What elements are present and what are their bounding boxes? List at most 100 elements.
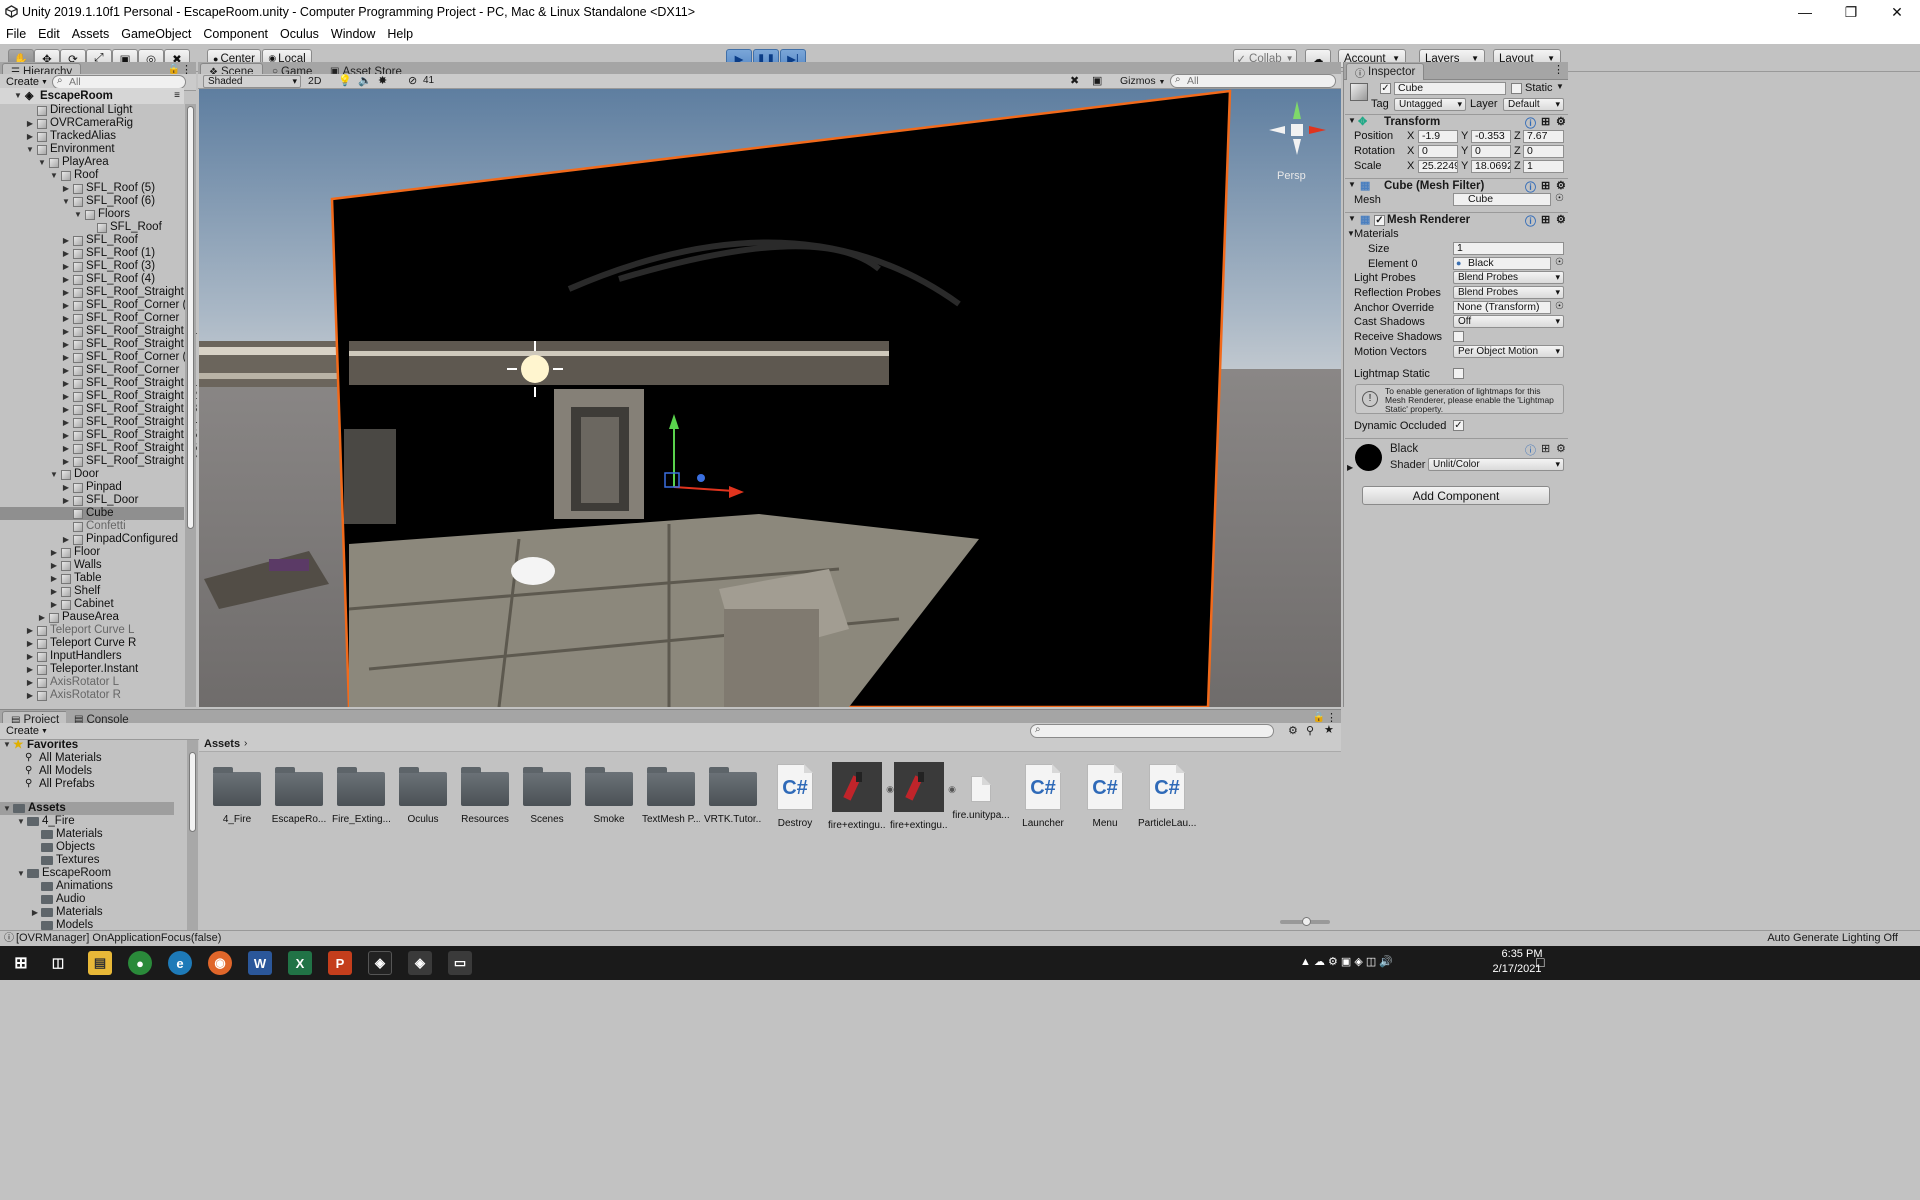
hierarchy-item[interactable]: ▶ Floor (0, 546, 184, 559)
chevron-right-icon[interactable]: ▶ (61, 234, 71, 247)
tools-icon[interactable]: ✖ (1070, 74, 1079, 87)
notification-icon[interactable]: □ (1536, 954, 1544, 970)
hierarchy-item[interactable]: ▼ Environment (0, 143, 184, 156)
hierarchy-item[interactable]: ▶ InputHandlers (0, 650, 184, 663)
edge-icon[interactable]: e (168, 951, 192, 975)
menu-window[interactable]: Window (325, 27, 381, 41)
hierarchy-item[interactable]: Directional Light (0, 104, 184, 117)
hierarchy-item[interactable]: ▶ SFL_Roof_Corner (1) (0, 351, 197, 364)
minimize-icon[interactable]: — (1782, 0, 1828, 24)
chevron-right-icon[interactable]: ▶ (61, 494, 71, 507)
reflection-probes-dropdown[interactable]: Blend Probes (1453, 286, 1564, 299)
project-create-button[interactable]: Create ▼ (0, 725, 54, 737)
breadcrumb-assets[interactable]: Assets (204, 738, 240, 750)
2d-toggle[interactable]: 2D (308, 75, 321, 87)
hierarchy-item[interactable]: ▶ SFL_Roof_Corner (0, 312, 184, 325)
chevron-right-icon[interactable]: ▶ (25, 663, 35, 676)
chevron-down-icon[interactable]: ▼ (1348, 214, 1356, 223)
gizmos-dropdown[interactable]: Gizmos ▼ (1120, 75, 1165, 87)
hierarchy-item[interactable]: ▶ SFL_Roof_Straight (0, 286, 184, 299)
chevron-down-icon[interactable]: ▼ (73, 208, 83, 221)
object-name-input[interactable]: Cube (1394, 82, 1506, 95)
chevron-down-icon[interactable]: ▼ (16, 815, 26, 828)
hierarchy-item[interactable]: Confetti (0, 520, 184, 533)
scene-search-input[interactable]: All (1170, 74, 1336, 88)
hierarchy-create-button[interactable]: Create ▼ (0, 76, 54, 88)
chevron-right-icon[interactable]: ▶ (61, 403, 71, 416)
chevron-down-icon[interactable]: ▼ (49, 169, 59, 182)
position-x-input[interactable]: -1.9 (1418, 130, 1458, 143)
shader-dropdown[interactable]: Unlit/Color (1428, 458, 1564, 471)
unity-hub-icon[interactable]: ◈ (368, 951, 392, 975)
project-search-input[interactable] (1030, 724, 1274, 738)
task-view-icon[interactable]: ◫ (46, 951, 70, 975)
position-z-input[interactable]: 7.67 (1523, 130, 1564, 143)
chevron-down-icon[interactable]: ▼ (1348, 180, 1356, 189)
chevron-right-icon[interactable]: ▶ (61, 247, 71, 260)
chevron-right-icon[interactable]: ▶ (25, 624, 35, 637)
materials-size-input[interactable]: 1 (1453, 242, 1564, 255)
asset-item[interactable]: Fire_Exting... (332, 760, 390, 825)
hidden-objects-icon[interactable]: ⊘ (408, 74, 417, 87)
menu-gameobject[interactable]: GameObject (115, 27, 197, 41)
chevron-right-icon[interactable]: ▶ (61, 429, 71, 442)
help-icon[interactable]: ⓘ (1525, 213, 1536, 229)
hierarchy-item[interactable]: ▶ AxisRotator L (0, 676, 184, 689)
menu-component[interactable]: Component (197, 27, 274, 41)
hierarchy-item[interactable]: ▶ Teleporter.Instant (0, 663, 184, 676)
mesh-filter-header[interactable]: ▼ ▦ Cube (Mesh Filter) ⓘ ⊞ ⚙ (1345, 178, 1568, 194)
hierarchy-item[interactable]: ▶ Table (0, 572, 184, 585)
chevron-right-icon[interactable]: ▶ (61, 455, 71, 468)
mesh-renderer-header[interactable]: ▼ ▦ ✓ Mesh Renderer ⓘ ⊞ ⚙ (1345, 212, 1568, 228)
camera-icon[interactable]: ▣ (1092, 74, 1102, 87)
preset-icon[interactable]: ⊞ (1541, 442, 1550, 455)
preset-icon[interactable]: ⊞ (1541, 115, 1550, 128)
object-picker-icon[interactable]: ☉ (1555, 193, 1564, 204)
hierarchy-search-input[interactable]: All (52, 75, 186, 89)
chevron-right-icon[interactable]: ▶ (61, 286, 71, 299)
object-picker-icon[interactable]: ☉ (1555, 257, 1564, 268)
tab-inspector[interactable]: ⓘ Inspector (1346, 63, 1425, 80)
menu-oculus[interactable]: Oculus (274, 27, 325, 41)
chevron-right-icon[interactable]: ▶ (61, 260, 71, 273)
search-by-type-icon[interactable]: ⚙ (1288, 724, 1298, 737)
chevron-right-icon[interactable]: ▶ (61, 481, 71, 494)
hierarchy-item[interactable]: ▶ Teleport Curve L (0, 624, 184, 637)
hierarchy-item[interactable]: ▶ Teleport Curve R (0, 637, 184, 650)
gear-icon[interactable]: ⚙ (1556, 179, 1566, 192)
menu-assets[interactable]: Assets (66, 27, 116, 41)
chevron-right-icon[interactable]: ▶ (61, 442, 71, 455)
hierarchy-item[interactable]: ▶ SFL_Roof (1) (0, 247, 184, 260)
asset-item[interactable]: C# Menu (1076, 760, 1134, 829)
project-tree-scroll-thumb[interactable] (189, 752, 196, 832)
project-folder-item[interactable]: ▼ 4_Fire (0, 815, 174, 828)
asset-item[interactable]: Resources (456, 760, 514, 825)
hierarchy-item[interactable]: ▶ SFL_Roof_Straight (3 (0, 403, 197, 416)
hierarchy-item[interactable]: SFL_Roof (0, 221, 184, 234)
hierarchy-scrollbar[interactable] (185, 104, 196, 707)
motion-vectors-dropdown[interactable]: Per Object Motion (1453, 345, 1564, 358)
asset-item[interactable]: C# Launcher (1014, 760, 1072, 829)
add-component-button[interactable]: Add Component (1362, 486, 1550, 505)
project-folder-item[interactable]: Objects (0, 841, 174, 854)
element0-field[interactable]: Black (1453, 257, 1551, 270)
chevron-down-icon[interactable]: ▼ (1348, 116, 1356, 125)
scene-root-row[interactable]: ▼ ◈ EscapeRoom ≡ (0, 88, 184, 104)
project-folder-item[interactable]: Audio (0, 893, 174, 906)
project-folder-item[interactable]: ▶ Materials (0, 906, 174, 919)
hierarchy-item[interactable]: ▶ SFL_Roof_Straight (7 (0, 455, 197, 468)
anchor-override-field[interactable]: None (Transform) (1453, 301, 1551, 314)
asset-item[interactable]: Smoke (580, 760, 638, 825)
project-folder-item[interactable]: ▼ Assets (0, 802, 174, 815)
hierarchy-item[interactable]: ▶ SFL_Roof_Straight (1 (0, 377, 197, 390)
hierarchy-item[interactable]: ▶ PinpadConfigured (0, 533, 184, 546)
gear-icon[interactable]: ⚙ (1556, 442, 1566, 455)
hierarchy-item[interactable]: ▶ Shelf (0, 585, 184, 598)
system-tray-icons[interactable]: ▲ ☁ ⚙ ▣ ◈ ◫ 🔊 (1300, 955, 1393, 968)
chevron-right-icon[interactable]: ▶ (61, 182, 71, 195)
cast-shadows-dropdown[interactable]: Off (1453, 315, 1564, 328)
chevron-right-icon[interactable]: ▶ (30, 906, 40, 919)
search-by-label-icon[interactable]: ⚲ (1306, 724, 1314, 737)
project-folder-item[interactable]: Materials (0, 828, 174, 841)
scene-viewport[interactable]: Persp (199, 89, 1341, 707)
